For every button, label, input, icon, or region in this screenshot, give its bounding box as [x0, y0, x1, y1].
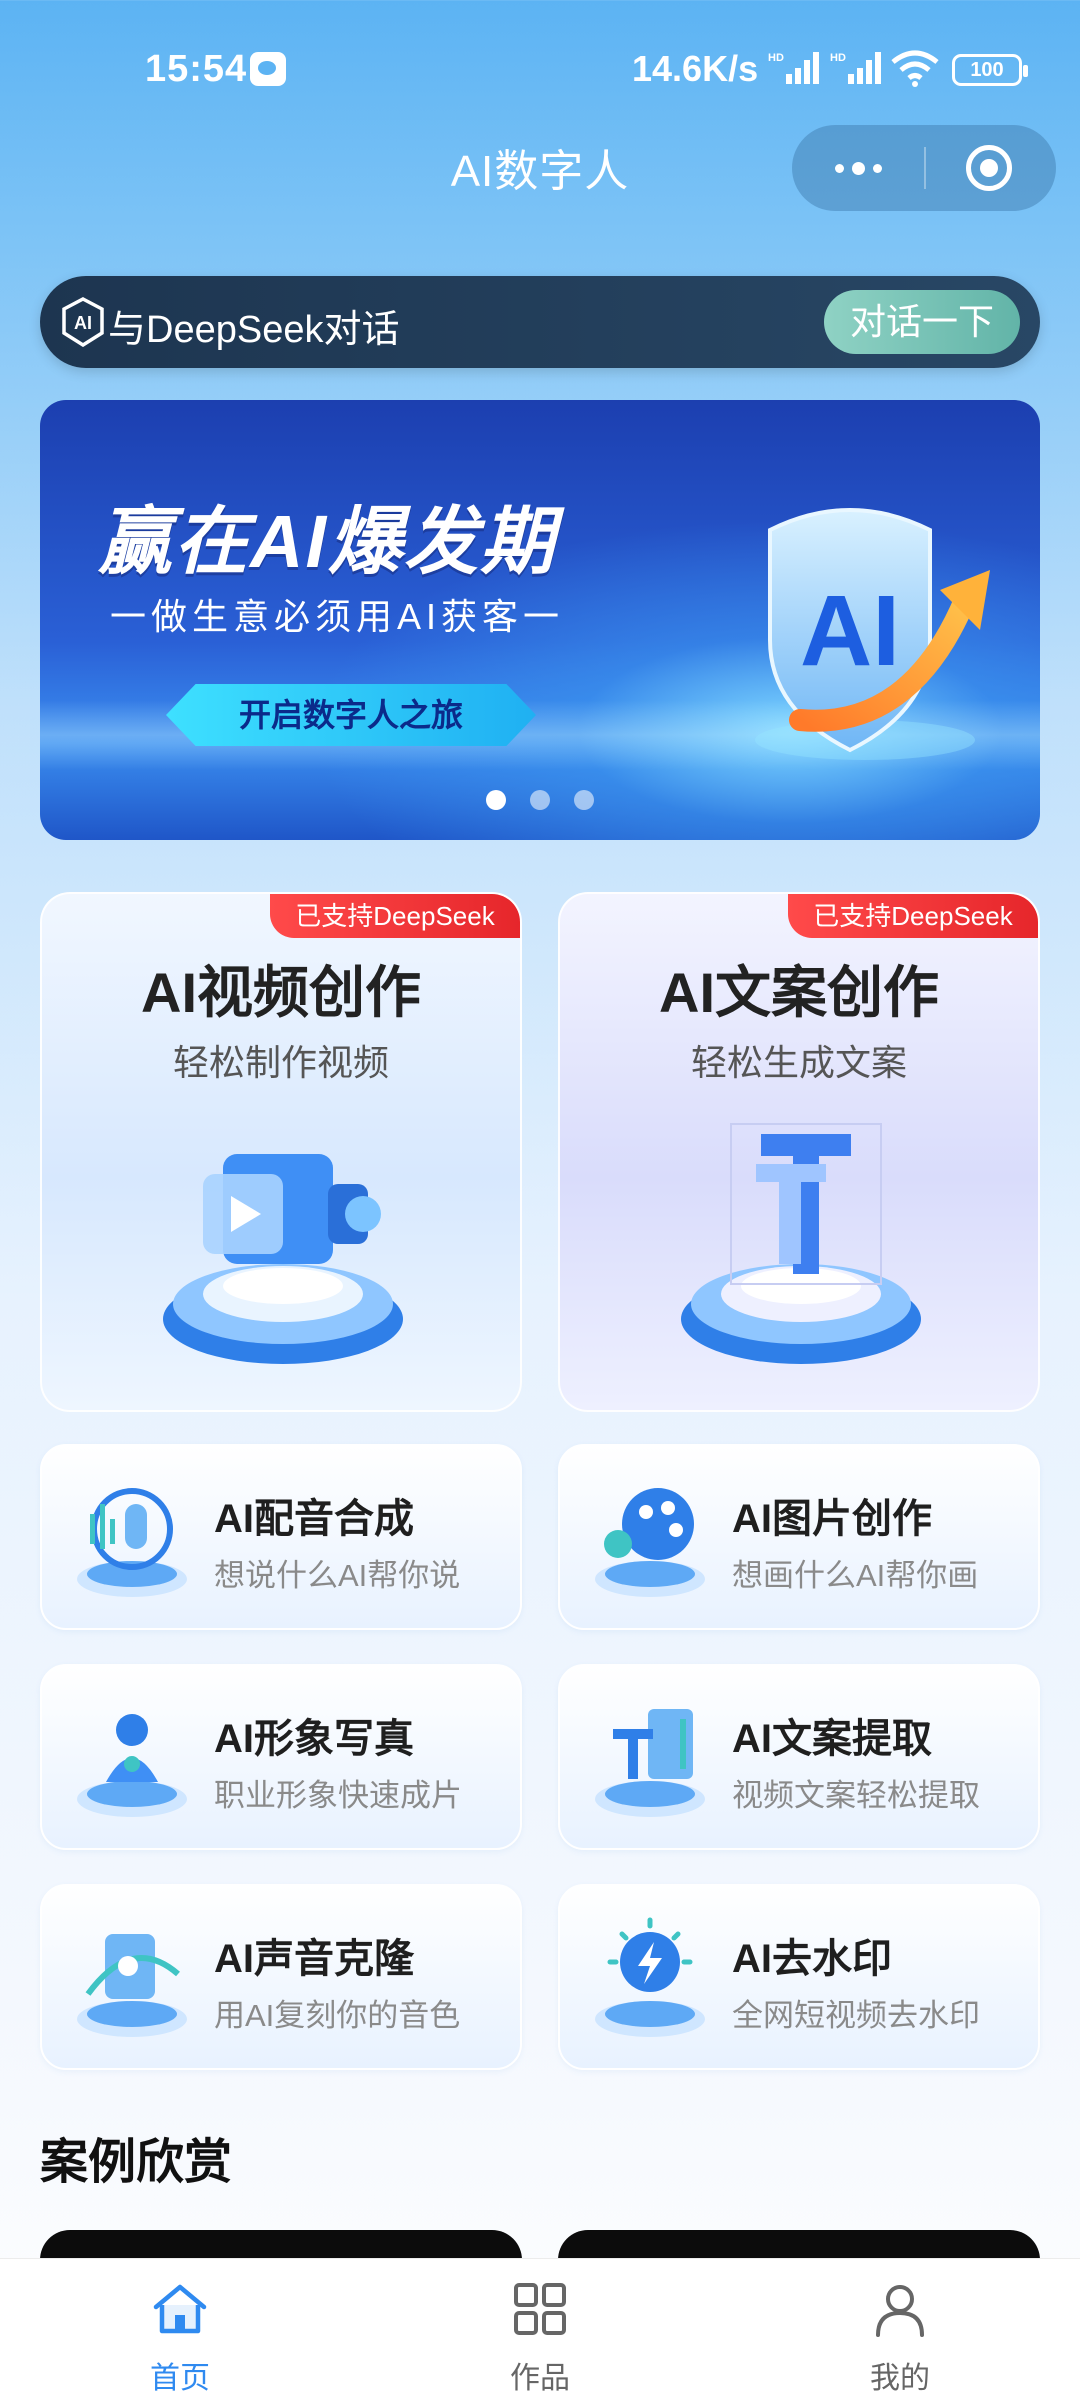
chat-now-button[interactable]: 对话一下: [824, 290, 1020, 354]
signal-icon-2: HD: [830, 52, 881, 84]
grid-icon: [514, 2283, 566, 2335]
pagination-dot[interactable]: [530, 790, 550, 810]
card-subtitle: 想说什么AI帮你说: [214, 1558, 461, 1593]
close-miniprogram-icon[interactable]: [966, 145, 1012, 191]
ai-video-card[interactable]: 已支持DeepSeek AI视频创作 轻松制作视频: [40, 892, 522, 1412]
signal-icon: HD: [768, 52, 819, 84]
battery-icon: 100: [952, 54, 1028, 86]
card-title: AI文案创作: [659, 961, 939, 1024]
video-camera-icon: [163, 1154, 403, 1364]
card-subtitle: 用AI复刻你的音色: [214, 1998, 461, 2033]
tab-works[interactable]: 作品: [440, 2259, 640, 2400]
user-icon: [876, 2285, 924, 2337]
message-notification-icon: [250, 52, 286, 86]
card-subtitle: 轻松生成文案: [690, 1042, 907, 1083]
card-title: AI图片创作: [732, 1497, 932, 1541]
text-t-icon: [681, 1123, 921, 1364]
card-subtitle: 想画什么AI帮你画: [732, 1558, 979, 1593]
ai-dubbing-card[interactable]: AI配音合成 想说什么AI帮你说: [40, 1444, 522, 1630]
voice-clone-icon: [77, 1934, 187, 2037]
ai-shield-illustration: AI: [755, 508, 990, 760]
card-title: AI形象写真: [214, 1717, 414, 1761]
promo-banner[interactable]: 赢在AI爆发期 一做生意必须用AI获客一 开启数字人之旅 AI: [40, 400, 1040, 840]
card-subtitle: 轻松制作视频: [172, 1042, 389, 1083]
deepseek-chat-bar[interactable]: AI 与DeepSeek对话 对话一下: [40, 276, 1040, 368]
home-icon: [153, 2284, 207, 2334]
deepseek-badge: 已支持DeepSeek: [270, 894, 520, 938]
capsule-divider: [924, 147, 926, 189]
banner-title: 赢在AI爆发期: [98, 500, 556, 583]
person-icon: [77, 1714, 187, 1817]
status-time: 15:54: [145, 48, 248, 90]
sim2-tag: HD: [830, 52, 846, 64]
ai-voice-clone-card[interactable]: AI声音克隆 用AI复刻你的音色: [40, 1884, 522, 2070]
ai-text-extract-card[interactable]: AI文案提取 视频文案轻松提取: [558, 1664, 1040, 1850]
card-subtitle: 全网短视频去水印: [732, 1998, 980, 2033]
deepseek-label: 与DeepSeek对话: [108, 309, 400, 351]
card-subtitle: 视频文案轻松提取: [732, 1778, 980, 1813]
ai-shield-icon: AI: [62, 297, 104, 347]
text-extract-icon: [595, 1709, 705, 1817]
miniprogram-capsule: [792, 125, 1056, 211]
tab-label: 我的: [870, 2362, 930, 2395]
tab-home[interactable]: 首页: [80, 2259, 280, 2400]
ai-portrait-card[interactable]: AI形象写真 职业形象快速成片: [40, 1664, 522, 1850]
ai-remove-watermark-card[interactable]: AI去水印 全网短视频去水印: [558, 1884, 1040, 2070]
wifi-icon: [891, 50, 939, 87]
ai-copywriting-card[interactable]: 已支持DeepSeek AI文案创作 轻松生成文案: [558, 892, 1040, 1412]
network-speed: 14.6K/s: [632, 48, 759, 89]
banner-pagination: [40, 790, 1040, 810]
card-subtitle: 职业形象快速成片: [214, 1778, 462, 1813]
card-title: AI文案提取: [732, 1717, 932, 1761]
svg-text:AI: AI: [74, 313, 92, 333]
tab-label: 首页: [150, 2362, 210, 2395]
ai-image-card[interactable]: AI图片创作 想画什么AI帮你画: [558, 1444, 1040, 1630]
tab-label: 作品: [510, 2362, 570, 2395]
section-title: 案例欣赏: [40, 2136, 233, 2189]
deepseek-badge: 已支持DeepSeek: [788, 894, 1038, 938]
palette-icon: [595, 1488, 705, 1597]
watermark-remove-icon: [595, 1917, 705, 2037]
start-journey-button[interactable]: 开启数字人之旅: [166, 684, 536, 746]
pagination-dot[interactable]: [486, 790, 506, 810]
bottom-tab-bar: 首页 作品 我的: [0, 2258, 1080, 2400]
tab-mine[interactable]: 我的: [800, 2259, 1000, 2400]
banner-subtitle: 一做生意必须用AI获客一: [110, 596, 565, 637]
shield-text: AI: [800, 575, 900, 687]
card-title: AI视频创作: [141, 961, 421, 1024]
sim1-tag: HD: [768, 52, 784, 64]
status-bar: 15:54 14.6K/s HD HD 100: [0, 0, 1080, 140]
card-title: AI去水印: [732, 1937, 892, 1981]
card-title: AI声音克隆: [214, 1937, 414, 1981]
pagination-dot[interactable]: [574, 790, 594, 810]
more-options-icon[interactable]: [828, 151, 888, 185]
card-title: AI配音合成: [214, 1497, 414, 1541]
microphone-icon: [77, 1488, 187, 1597]
